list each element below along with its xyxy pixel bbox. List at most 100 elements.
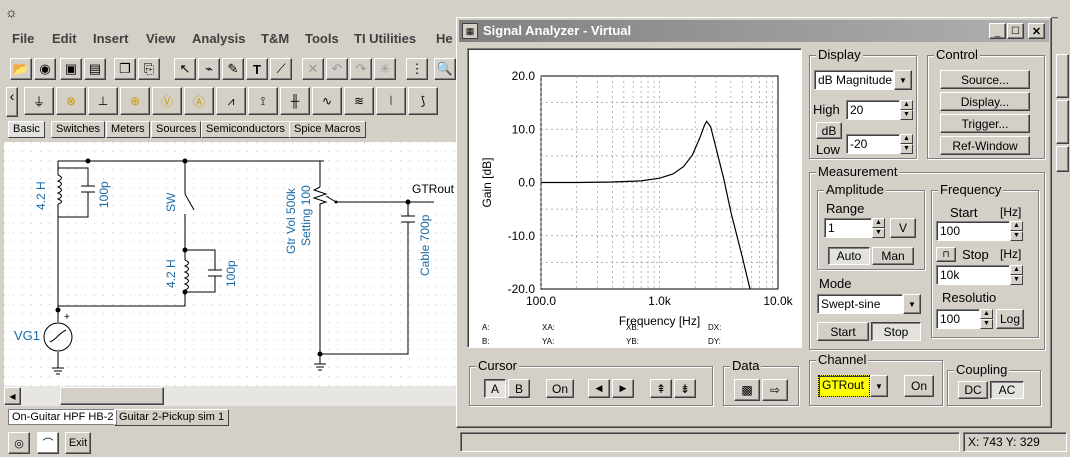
mode-dropdown-icon[interactable]: ▼ bbox=[903, 294, 921, 314]
start-freq-spinner[interactable]: ▲ ▼ bbox=[1010, 221, 1023, 241]
text-icon[interactable]: T bbox=[246, 58, 268, 80]
menu-tools[interactable]: Tools bbox=[305, 31, 339, 46]
man-button[interactable]: Man bbox=[872, 247, 914, 265]
low-spinner[interactable]: ▲ ▼ bbox=[900, 134, 913, 154]
source-button[interactable]: Source... bbox=[940, 70, 1030, 89]
cursor-right-icon[interactable]: ▶ bbox=[612, 379, 634, 398]
start-freq-input[interactable]: 100 bbox=[936, 221, 1010, 241]
stop-button[interactable]: Stop bbox=[871, 322, 921, 341]
ammeter-icon[interactable]: Ⓐ bbox=[184, 87, 214, 115]
pencil-icon[interactable]: ✎ bbox=[222, 58, 244, 80]
menu-help[interactable]: He bbox=[436, 31, 453, 46]
mode-select[interactable]: Swept-sine bbox=[817, 294, 903, 314]
app-logo-icon[interactable]: ☼ bbox=[5, 4, 23, 20]
resistor-icon[interactable]: ⩘ bbox=[216, 87, 246, 115]
display-mode-dropdown-icon[interactable]: ▼ bbox=[894, 70, 912, 90]
channel-dropdown-icon[interactable]: ▼ bbox=[870, 375, 888, 397]
cursor-a-button[interactable]: A bbox=[484, 379, 506, 398]
ref-window-button[interactable]: Ref-Window bbox=[940, 136, 1030, 155]
stop-freq-spinner[interactable]: ▲ ▼ bbox=[1010, 265, 1023, 285]
zoom-icon[interactable]: 🔍 bbox=[434, 58, 456, 80]
range-input[interactable]: 1 bbox=[824, 218, 872, 238]
display-button[interactable]: Display... bbox=[940, 92, 1030, 111]
cursor-down-icon[interactable]: ⇟ bbox=[674, 379, 696, 398]
redo-icon[interactable]: ↷ bbox=[350, 58, 372, 80]
resolution-input[interactable]: 100 bbox=[936, 309, 980, 329]
pointer-icon[interactable]: ↖ bbox=[174, 58, 196, 80]
save-icon[interactable]: ▣ bbox=[60, 58, 82, 80]
dc-coupling-button[interactable]: DC bbox=[958, 381, 988, 399]
status-tool2-icon[interactable]: ⌒ bbox=[37, 432, 59, 454]
tab-sources[interactable]: Sources bbox=[151, 121, 202, 138]
low-input[interactable]: -20 bbox=[846, 134, 900, 154]
menu-edit[interactable]: Edit bbox=[52, 31, 77, 46]
data-load-icon[interactable]: ▩ bbox=[734, 379, 760, 401]
transformer-icon[interactable]: ⦚ bbox=[376, 87, 406, 115]
db-unit-button[interactable]: dB bbox=[816, 122, 842, 139]
trigger-button[interactable]: Trigger... bbox=[940, 114, 1030, 133]
menu-analysis[interactable]: Analysis bbox=[192, 31, 245, 46]
library-icon[interactable]: ◉ bbox=[34, 58, 56, 80]
cursor-up-icon[interactable]: ⇞ bbox=[650, 379, 672, 398]
high-spinner[interactable]: ▲ ▼ bbox=[900, 100, 913, 120]
menu-insert[interactable]: Insert bbox=[93, 31, 128, 46]
scroll-left-icon[interactable]: ◀ bbox=[4, 387, 21, 405]
schematic-scrollbar[interactable]: ◀ bbox=[4, 386, 458, 406]
menu-ti-utilities[interactable]: TI Utilities bbox=[354, 31, 416, 46]
delete-icon[interactable]: ✕ bbox=[302, 58, 324, 80]
menu-view[interactable]: View bbox=[146, 31, 175, 46]
exit-button[interactable]: Exit bbox=[65, 432, 91, 454]
log-button[interactable]: Log bbox=[996, 309, 1024, 329]
channel-select[interactable]: GTRout bbox=[818, 375, 870, 397]
stop-freq-input[interactable]: 10k bbox=[936, 265, 1010, 285]
tab-basic[interactable]: Basic bbox=[8, 121, 45, 138]
status-tool1-icon[interactable]: ◎ bbox=[8, 432, 30, 454]
ground-icon[interactable]: ⏚ bbox=[24, 87, 54, 115]
right-strip-button-1[interactable] bbox=[1056, 54, 1069, 98]
schematic-canvas[interactable]: + 4.2 H 100p SW 4.2 H 100p Gtr Vol 500k … bbox=[4, 142, 458, 386]
window-maximize-button[interactable]: ☐ bbox=[1007, 23, 1024, 39]
sheet-tab-hpf[interactable]: On-Guitar HPF HB-2 bbox=[8, 409, 118, 425]
folder-icon[interactable]: ▤ bbox=[84, 58, 106, 80]
grid-icon[interactable]: ⋮ bbox=[406, 58, 428, 80]
inductor-icon[interactable]: ∿ bbox=[312, 87, 342, 115]
range-unit-button[interactable]: V bbox=[890, 218, 916, 238]
resolution-spinner[interactable]: ▲ ▼ bbox=[980, 309, 993, 329]
ammeter-lamp-icon[interactable]: ⊕ bbox=[120, 87, 150, 115]
scroll-thumb[interactable] bbox=[60, 387, 164, 405]
palette-scroll-left-icon[interactable]: ‹ bbox=[6, 87, 18, 117]
menu-file[interactable]: File bbox=[12, 31, 34, 46]
transformer2-icon[interactable]: ⟆ bbox=[408, 87, 438, 115]
right-strip-button-2[interactable] bbox=[1056, 100, 1069, 144]
wire-icon[interactable]: ⌁ bbox=[198, 58, 220, 80]
tab-switches[interactable]: Switches bbox=[51, 121, 106, 138]
cursor-b-button[interactable]: B bbox=[508, 379, 530, 398]
copy-icon[interactable]: ❐ bbox=[114, 58, 136, 80]
lamp-icon[interactable]: ⊗ bbox=[56, 87, 86, 115]
line-icon[interactable]: ⟋ bbox=[270, 58, 292, 80]
range-spinner[interactable]: ▲ ▼ bbox=[872, 218, 885, 238]
window-title-bar[interactable]: ▦ Signal Analyzer - Virtual _ ☐ ✕ bbox=[459, 20, 1049, 42]
paste-icon[interactable]: ⎘ bbox=[138, 58, 160, 80]
node-icon[interactable]: ✳ bbox=[374, 58, 396, 80]
tab-semiconductors[interactable]: Semiconductors bbox=[201, 121, 290, 138]
start-button[interactable]: Start bbox=[817, 322, 869, 341]
potentiometer-icon[interactable]: ⟟ bbox=[248, 87, 278, 115]
right-strip-button-3[interactable] bbox=[1056, 146, 1069, 172]
voltmeter-icon[interactable]: Ⓥ bbox=[152, 87, 182, 115]
undo-icon[interactable]: ↶ bbox=[326, 58, 348, 80]
open-icon[interactable]: 📂 bbox=[10, 58, 32, 80]
ac-coupling-button[interactable]: AC bbox=[990, 381, 1024, 399]
window-close-button[interactable]: ✕ bbox=[1028, 23, 1045, 39]
sheet-tab-pickup[interactable]: Guitar 2-Pickup sim 1 bbox=[114, 409, 230, 426]
cursor-left-icon[interactable]: ◀ bbox=[588, 379, 610, 398]
data-export-icon[interactable]: ⇨ bbox=[762, 379, 788, 401]
link-freq-button[interactable]: ⊓ bbox=[936, 247, 956, 262]
auto-button[interactable]: Auto bbox=[828, 247, 870, 265]
high-input[interactable]: 20 bbox=[846, 100, 900, 120]
frequency-response-chart[interactable]: 20.010.00.0-10.0-20.0100.0 1.0k 10.0kFrequ… bbox=[468, 49, 801, 347]
tab-meters[interactable]: Meters bbox=[106, 121, 150, 138]
tab-spice-macros[interactable]: Spice Macros bbox=[289, 121, 366, 138]
menu-tm[interactable]: T&M bbox=[261, 31, 289, 46]
window-minimize-button[interactable]: _ bbox=[989, 23, 1006, 39]
